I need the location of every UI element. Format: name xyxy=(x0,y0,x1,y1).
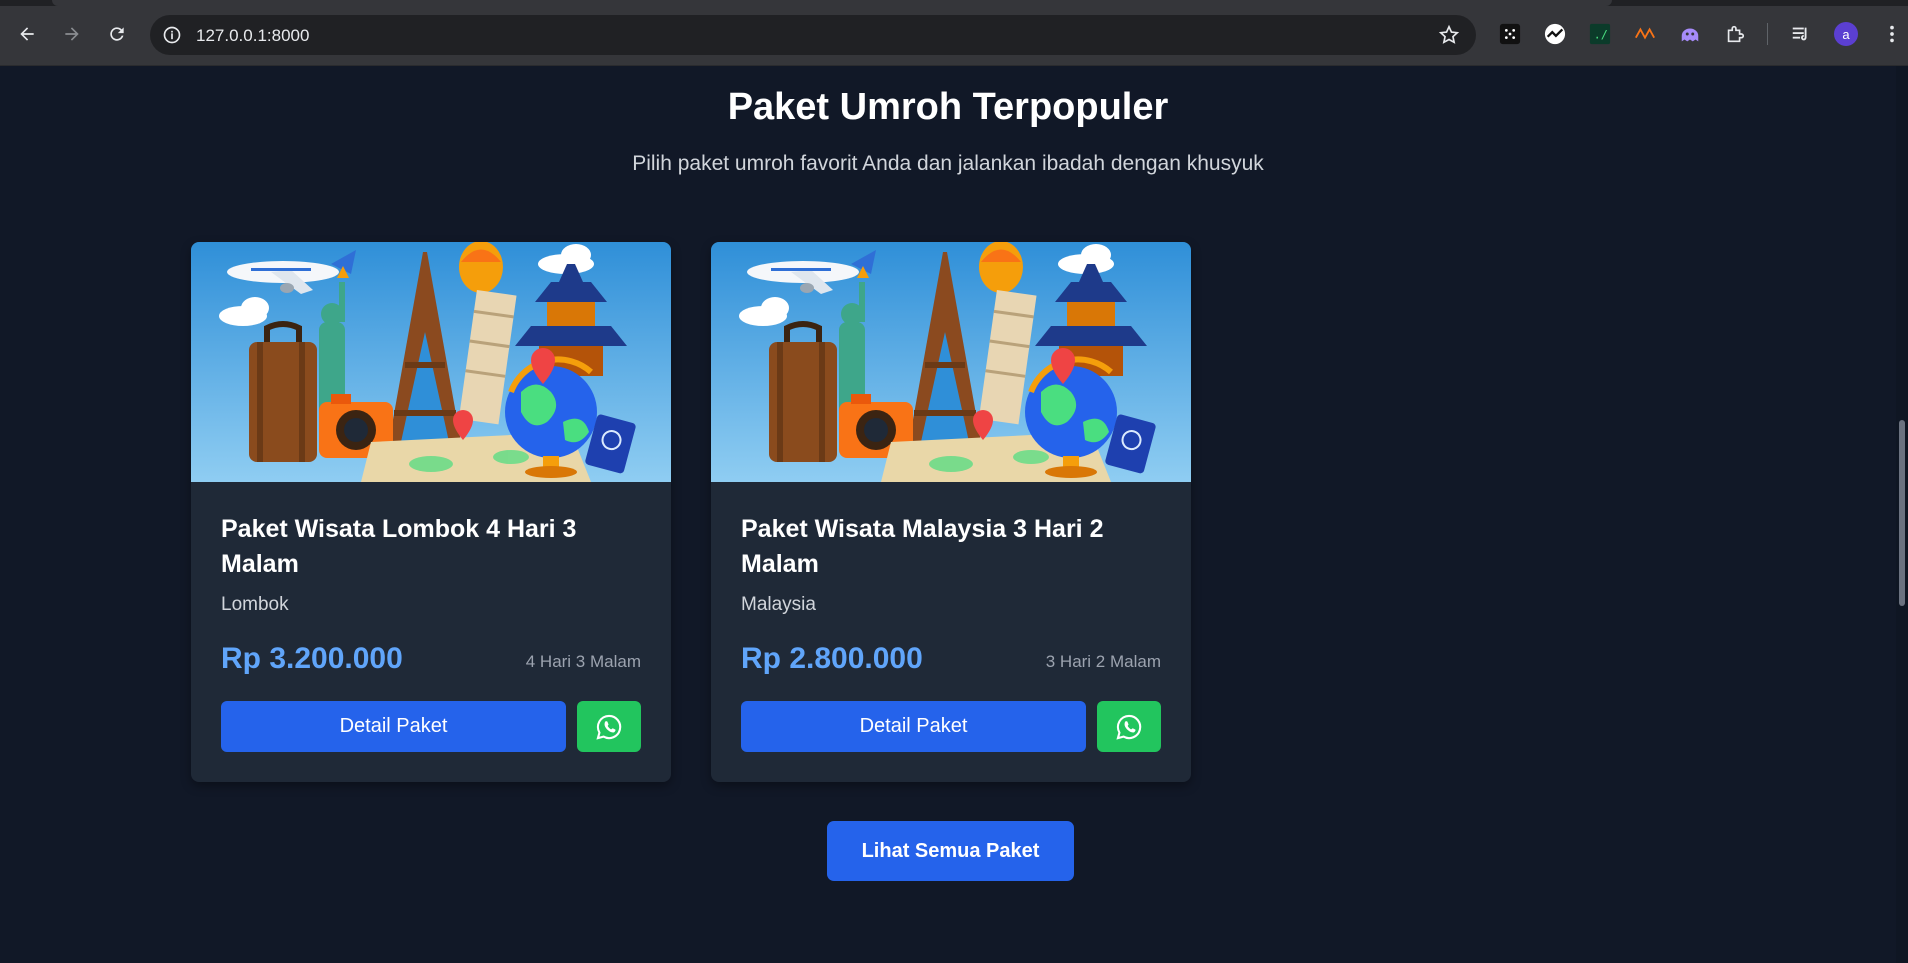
page-scrollbar[interactable] xyxy=(1896,66,1908,963)
toolbar-separator xyxy=(1767,23,1768,45)
chart-extension-icon[interactable] xyxy=(1543,22,1567,46)
package-location: Malaysia xyxy=(741,594,816,615)
wave-extension-icon[interactable] xyxy=(1633,22,1657,46)
package-duration: 4 Hari 3 Malam xyxy=(525,652,641,671)
package-image xyxy=(191,242,671,482)
package-image xyxy=(711,242,1191,482)
forward-arrow-icon[interactable] xyxy=(58,20,86,48)
package-card: Paket Wisata Malaysia 3 Hari 2 Malam Mal… xyxy=(711,242,1191,782)
browser-toolbar: 127.0.0.1:8000 ./ a xyxy=(0,0,1908,66)
package-location: Lombok xyxy=(221,594,289,615)
active-tab[interactable] xyxy=(52,0,1612,6)
whatsapp-button[interactable] xyxy=(577,701,641,752)
kebab-menu-icon[interactable] xyxy=(1880,22,1904,46)
detail-package-button[interactable]: Detail Paket xyxy=(221,701,566,752)
package-price: Rp 3.200.000 xyxy=(221,642,403,675)
package-title: Paket Wisata Malaysia 3 Hari 2 Malam xyxy=(741,515,1104,578)
dots-extension-icon[interactable] xyxy=(1498,22,1522,46)
whatsapp-icon xyxy=(596,714,622,740)
package-title: Paket Wisata Lombok 4 Hari 3 Malam xyxy=(221,515,577,578)
address-bar[interactable]: 127.0.0.1:8000 xyxy=(150,15,1476,55)
whatsapp-icon xyxy=(1116,714,1142,740)
tab-strip xyxy=(0,0,1908,6)
bookmark-star-icon[interactable] xyxy=(1438,24,1460,46)
package-price: Rp 2.800.000 xyxy=(741,642,923,675)
svg-text:./: ./ xyxy=(1594,28,1608,42)
scrollbar-thumb[interactable] xyxy=(1899,420,1905,606)
puzzle-extension-icon[interactable] xyxy=(1723,22,1747,46)
reload-icon[interactable] xyxy=(103,20,131,48)
terminal-extension-icon[interactable]: ./ xyxy=(1588,22,1612,46)
back-arrow-icon[interactable] xyxy=(13,20,41,48)
section-subtitle: Pilih paket umroh favorit Anda dan jalan… xyxy=(632,152,1264,175)
package-card: Paket Wisata Lombok 4 Hari 3 Malam Lombo… xyxy=(191,242,671,782)
section-title: Paket Umroh Terpopuler xyxy=(727,86,1169,128)
profile-avatar[interactable]: a xyxy=(1834,22,1858,46)
ghost-extension-icon[interactable] xyxy=(1678,22,1702,46)
url-text[interactable]: 127.0.0.1:8000 xyxy=(196,26,309,46)
whatsapp-button[interactable] xyxy=(1097,701,1161,752)
package-duration: 3 Hari 2 Malam xyxy=(1045,652,1161,671)
reading-list-icon[interactable] xyxy=(1789,22,1813,46)
site-info-icon[interactable] xyxy=(162,25,182,45)
page-viewport: Paket Umroh Terpopuler Pilih paket umroh… xyxy=(0,66,1896,963)
view-all-packages-button[interactable]: Lihat Semua Paket xyxy=(827,821,1074,881)
detail-package-button[interactable]: Detail Paket xyxy=(741,701,1086,752)
